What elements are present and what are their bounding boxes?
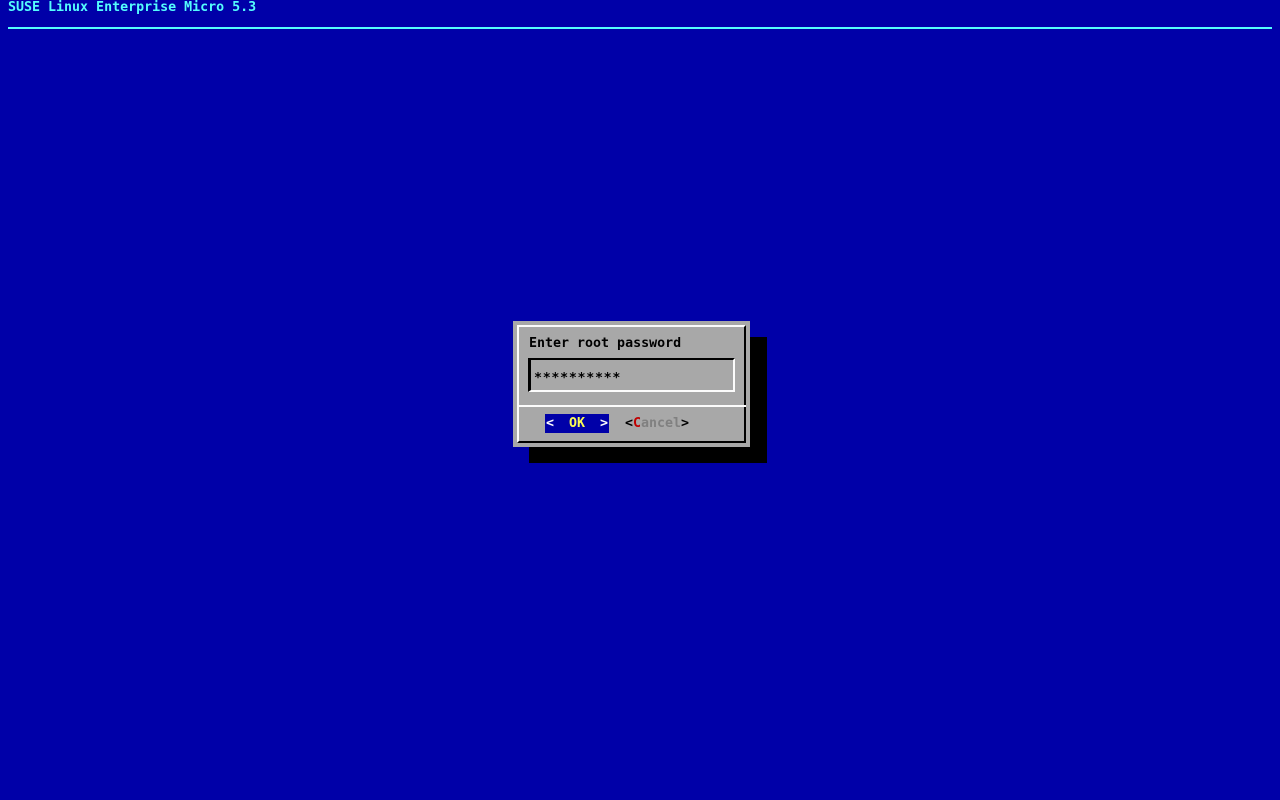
header-rule [8,27,1272,29]
password-mask: ********** [534,370,622,386]
cancel-button[interactable]: < Cancel > [625,414,689,433]
ok-button-label: OK [568,415,585,431]
button-separator [517,405,746,407]
ok-left-bracket: < [546,415,555,431]
cancel-left-bracket: < [624,415,633,431]
password-input[interactable]: ********** [528,358,735,392]
cancel-right-bracket: > [681,415,690,431]
cancel-shortcut-letter: C [632,415,641,431]
ok-right-bracket: > [599,415,608,431]
dialog-title: Enter root password [529,336,682,351]
cancel-button-label: ancel [641,415,682,431]
root-password-dialog: Enter root password ********** < OK > < C… [513,321,750,447]
ok-button[interactable]: < OK > [545,414,609,433]
console-screen: { "screen": { "title": "SUSE Linux Enter… [0,0,1280,800]
screen-title: SUSE Linux Enterprise Micro 5.3 [8,0,257,15]
